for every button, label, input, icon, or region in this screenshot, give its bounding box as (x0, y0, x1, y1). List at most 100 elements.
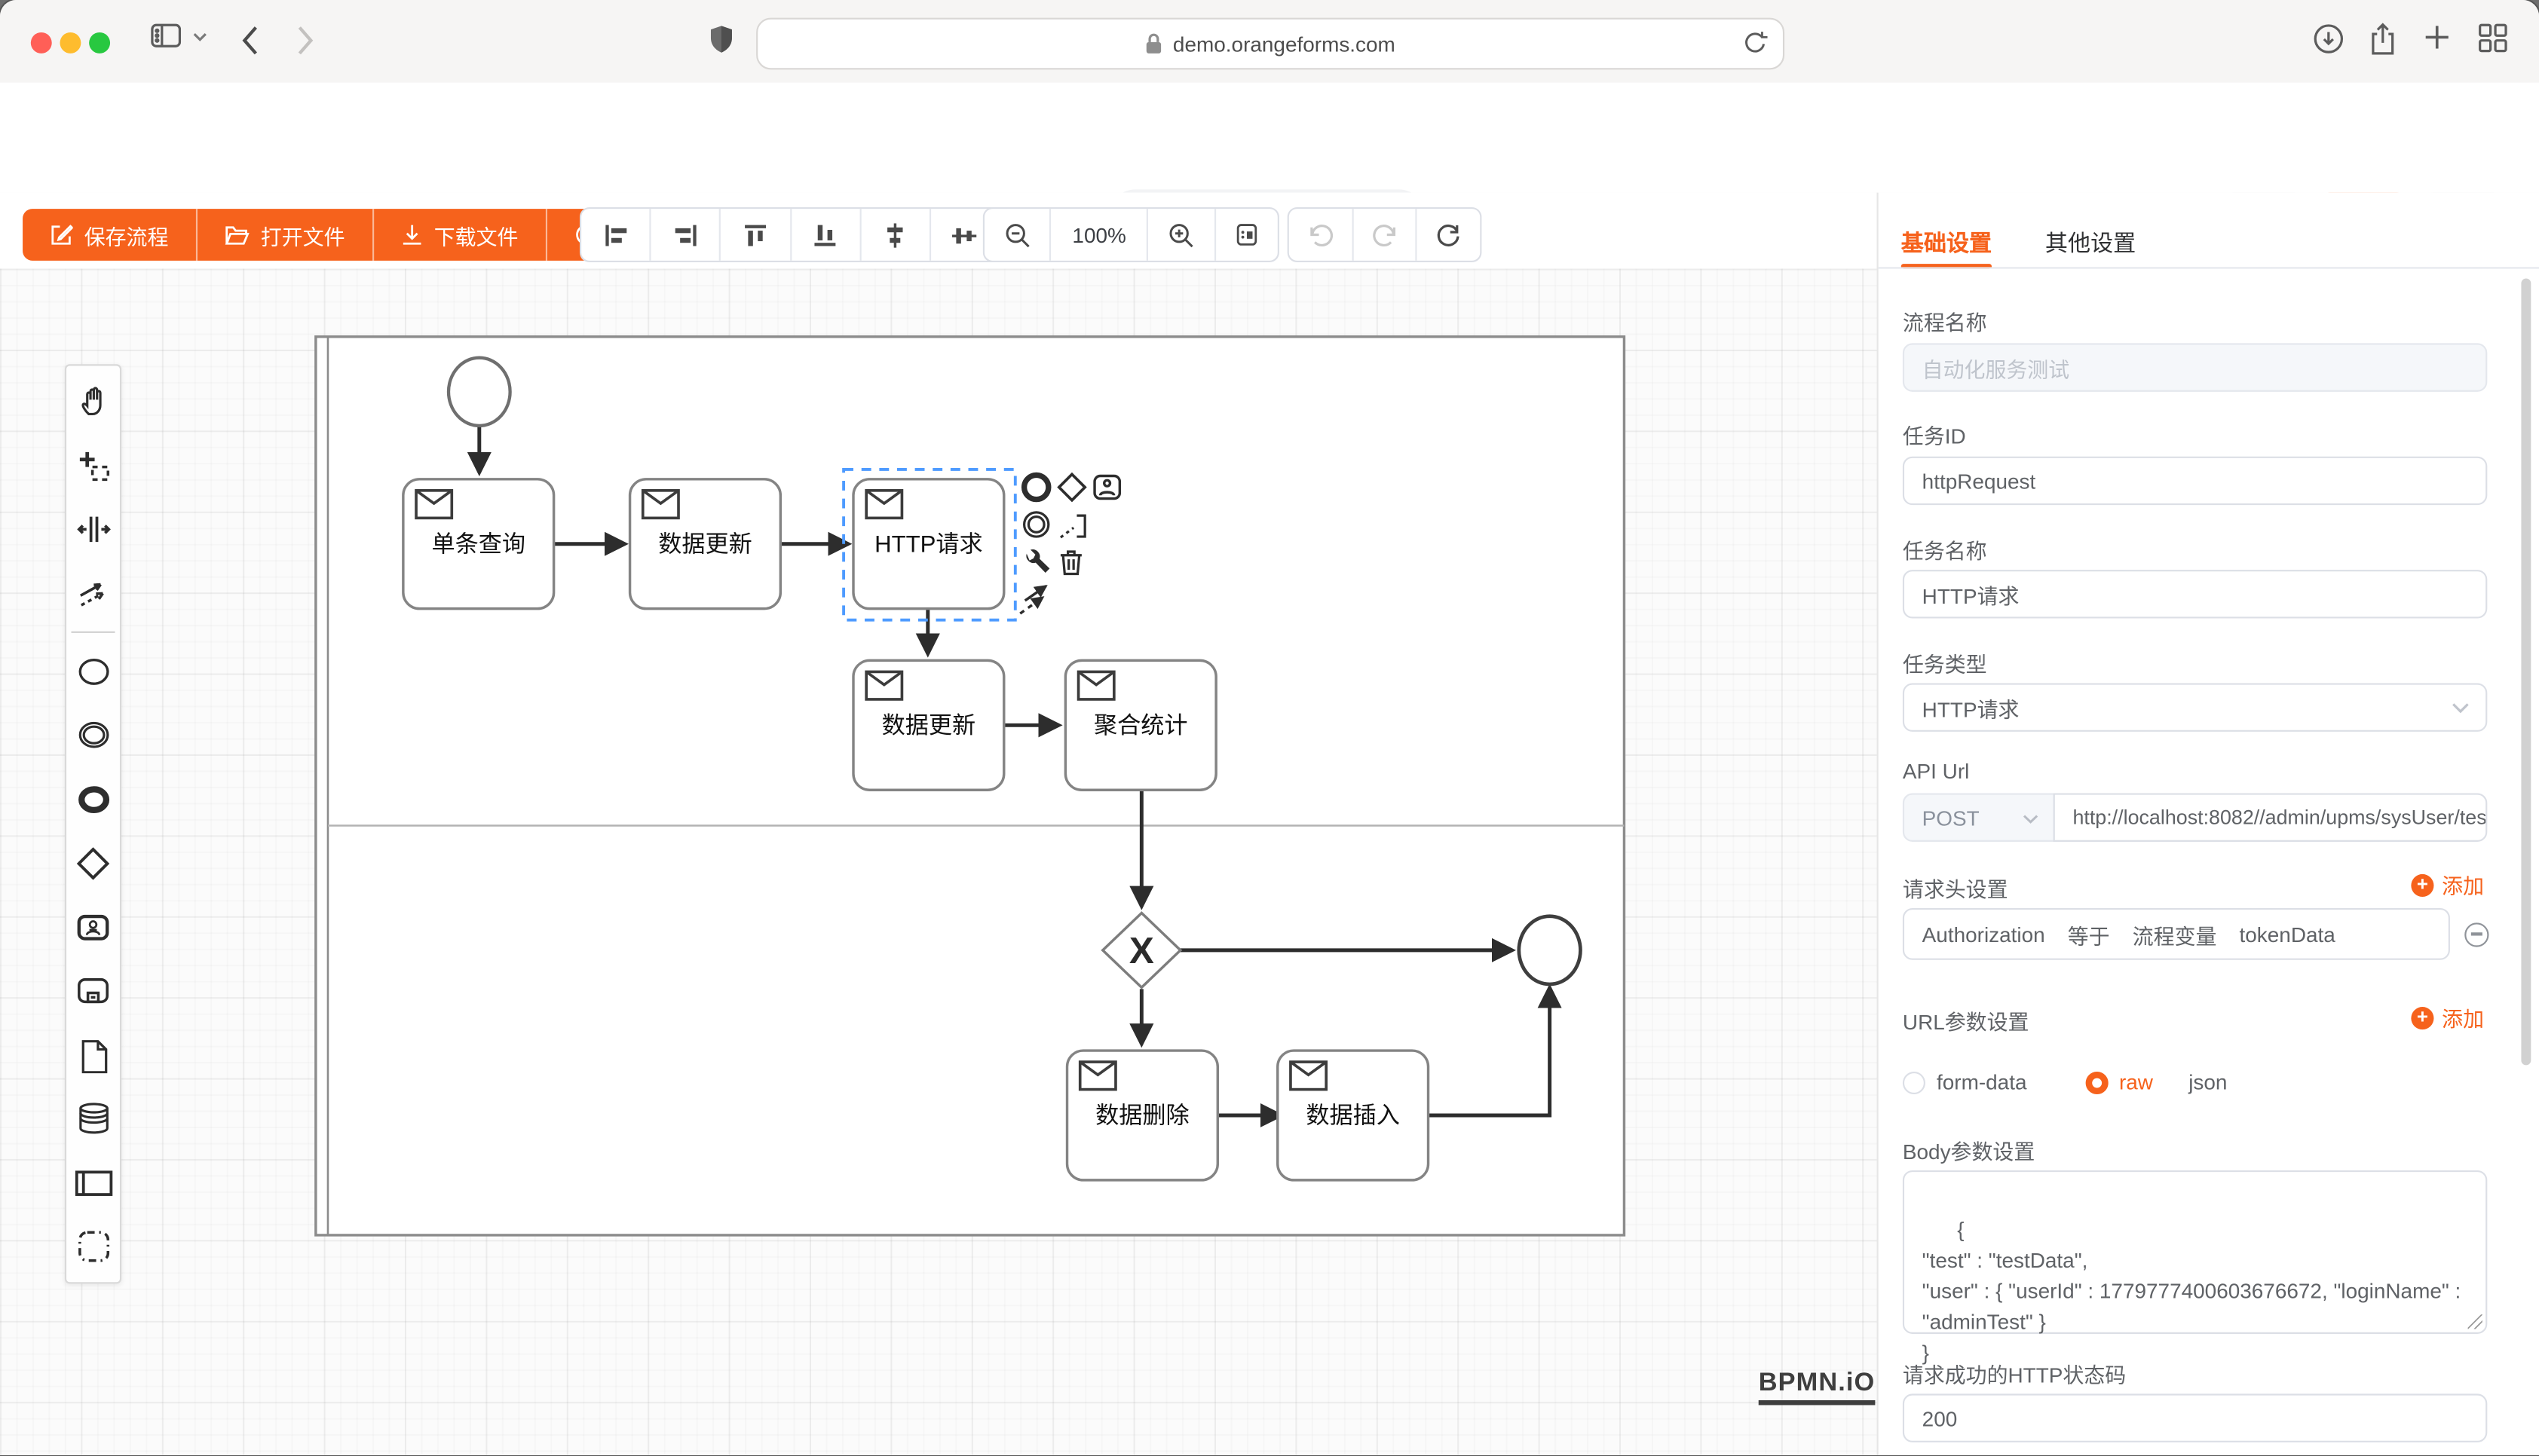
new-tab-icon[interactable] (2422, 23, 2452, 52)
body-type-radios: form-data raw json (1903, 1070, 2228, 1094)
task-n2-label: 数据更新 (658, 531, 752, 557)
close-window-button[interactable] (31, 32, 52, 53)
end-event[interactable] (1519, 916, 1581, 984)
forward-icon[interactable] (296, 26, 314, 55)
downloads-icon[interactable] (2312, 23, 2345, 55)
add-url-param-link[interactable]: + 添加 (2411, 1002, 2484, 1033)
task-name-input[interactable]: HTTP请求 (1903, 570, 2487, 618)
header-key: Authorization (1922, 922, 2045, 946)
process-name-input[interactable]: 自动化服务测试 (1903, 343, 2487, 391)
task-n4-label: 数据更新 (882, 712, 976, 739)
create-start-event-icon[interactable] (72, 650, 115, 692)
status-code-input[interactable]: 200 (1903, 1393, 2487, 1442)
task-n2[interactable]: 数据更新 (630, 479, 781, 609)
start-event[interactable] (449, 358, 510, 426)
task-id-value: httpRequest (1922, 469, 2036, 493)
back-icon[interactable] (241, 26, 259, 55)
reset-icon[interactable] (1417, 209, 1480, 261)
align-right-icon[interactable] (651, 209, 721, 261)
align-bottom-icon[interactable] (791, 209, 861, 261)
header-op: 等于 (2068, 919, 2110, 950)
open-file-button[interactable]: 打开文件 (198, 209, 374, 261)
address-bar[interactable]: demo.orangeforms.com (756, 18, 1784, 70)
create-gateway-icon[interactable] (72, 842, 115, 884)
form-data-radio[interactable] (1903, 1071, 1925, 1094)
api-method-select[interactable]: POST (1903, 794, 2055, 842)
add-url-param-label: 添加 (2442, 1002, 2484, 1033)
app-header: 橙单流程设计 基础信息 流程设计 切换 保存 返回 (0, 83, 2539, 194)
share-icon[interactable] (2367, 23, 2398, 57)
bpmn-canvas[interactable]: 单条查询 数据更新 HTTP请求 数据更新 (0, 269, 1877, 1455)
palette-separator (72, 632, 115, 633)
reload-icon[interactable] (1742, 29, 1768, 57)
space-tool-icon[interactable] (72, 508, 115, 550)
create-participant-icon[interactable] (72, 1161, 115, 1204)
bpmn-io-watermark[interactable]: BPMN.iO (1759, 1369, 1876, 1405)
body-params-value: { "test" : "testData", "user" : { "userI… (1922, 1217, 2467, 1364)
task-n6[interactable]: 数据删除 (1067, 1051, 1218, 1180)
lasso-tool-icon[interactable] (72, 445, 115, 487)
raw-radio[interactable] (2085, 1071, 2108, 1094)
zoom-window-button[interactable] (89, 32, 110, 53)
task-n1[interactable]: 单条查询 (403, 479, 554, 609)
task-n7-label: 数据插入 (1306, 1103, 1400, 1129)
json-label[interactable]: json (2188, 1070, 2227, 1094)
zoom-level-text: 100% (1072, 222, 1126, 246)
task-type-label: 任务类型 (1903, 647, 1987, 678)
create-group-icon[interactable] (72, 1225, 115, 1268)
create-end-event-icon[interactable] (72, 778, 115, 820)
minimize-window-button[interactable] (60, 32, 81, 53)
api-method-value: POST (1922, 806, 1980, 830)
chevron-down-icon[interactable] (193, 32, 207, 42)
add-header-label: 添加 (2442, 869, 2484, 900)
remove-header-icon[interactable] (2464, 922, 2488, 947)
plus-circle-icon: + (2411, 873, 2433, 896)
zoom-in-icon[interactable] (1149, 209, 1216, 261)
sidebar-icon[interactable] (151, 23, 182, 50)
process-name-label: 流程名称 (1903, 306, 1987, 337)
align-left-icon[interactable] (581, 209, 651, 261)
task-n4[interactable]: 数据更新 (853, 660, 1004, 790)
create-data-store-icon[interactable] (72, 1097, 115, 1139)
task-n5-label: 聚合统计 (1094, 712, 1188, 739)
api-url-input[interactable]: http://localhost:8082//admin/upms/sysUse… (2054, 794, 2488, 842)
align-center-vertical-icon[interactable] (861, 209, 931, 261)
download-file-button[interactable]: 下载文件 (374, 209, 547, 261)
align-group (580, 207, 1000, 262)
create-data-object-icon[interactable] (72, 1033, 115, 1075)
resize-grip-icon[interactable] (2468, 1314, 2482, 1329)
zoom-reset-icon[interactable] (1215, 209, 1277, 261)
task-name-label: 任务名称 (1903, 534, 1987, 565)
global-connect-tool-icon[interactable] (72, 572, 115, 614)
undo-icon[interactable] (1289, 209, 1353, 261)
tab-basic-settings[interactable]: 基础设置 (1901, 227, 1992, 259)
save-process-button[interactable]: 保存流程 (23, 209, 198, 261)
add-header-link[interactable]: + 添加 (2411, 869, 2484, 900)
tab-overview-icon[interactable] (2477, 23, 2508, 54)
zoom-out-icon[interactable] (985, 209, 1052, 261)
tab-other-settings[interactable]: 其他设置 (2045, 227, 2136, 259)
properties-panel: 基础设置 其他设置 流程名称 自动化服务测试 任务ID httpRequest … (1877, 193, 2539, 1455)
create-user-task-icon[interactable] (72, 906, 115, 948)
save-process-label: 保存流程 (84, 219, 169, 250)
header-row[interactable]: Authorization 等于 流程变量 tokenData (1903, 908, 2450, 960)
url-text: demo.orangeforms.com (1173, 32, 1395, 56)
task-id-input[interactable]: httpRequest (1903, 457, 2487, 505)
shield-icon[interactable] (709, 24, 734, 55)
download-file-label: 下载文件 (434, 219, 519, 250)
hand-tool-icon[interactable] (72, 381, 115, 423)
task-n7[interactable]: 数据插入 (1278, 1051, 1429, 1180)
task-type-select[interactable]: HTTP请求 (1903, 683, 2487, 731)
align-top-icon[interactable] (721, 209, 792, 261)
task-n5[interactable]: 聚合统计 (1065, 660, 1216, 790)
api-url-label: API Url (1903, 759, 1969, 783)
task-n3-selected[interactable]: HTTP请求 (844, 470, 1015, 620)
redo-icon[interactable] (1353, 209, 1417, 261)
create-subprocess-icon[interactable] (72, 970, 115, 1012)
status-code-label: 请求成功的HTTP状态码 (1903, 1358, 2126, 1389)
create-intermediate-event-icon[interactable] (72, 714, 115, 756)
task-n3-label: HTTP请求 (874, 531, 983, 557)
request-headers-label: 请求头设置 (1903, 873, 2008, 904)
body-params-textarea[interactable]: { "test" : "testData", "user" : { "userI… (1903, 1170, 2487, 1334)
panel-scrollbar[interactable] (2521, 278, 2531, 1065)
